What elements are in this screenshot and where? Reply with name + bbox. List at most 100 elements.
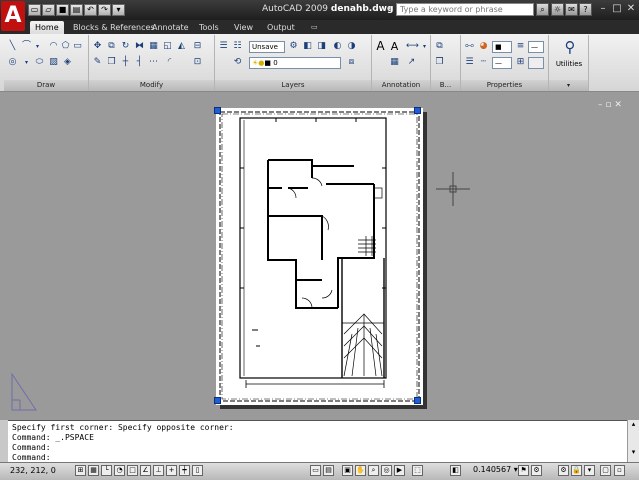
viewport-grip-bottom-right[interactable] bbox=[414, 397, 421, 404]
search-arrow-icon[interactable]: ▸ bbox=[388, 4, 392, 12]
copy-icon[interactable]: ⧉ bbox=[106, 41, 117, 52]
circle-icon[interactable]: ◎ bbox=[7, 57, 18, 68]
layers-panel-label[interactable]: Layers bbox=[215, 80, 371, 91]
scroll-up-icon[interactable]: ▴ bbox=[628, 420, 639, 428]
polyline-dropdown-icon[interactable]: ▾ bbox=[32, 41, 43, 52]
application-menu-button[interactable]: A bbox=[1, 1, 25, 31]
ellipse-icon[interactable]: ⬭ bbox=[34, 57, 45, 68]
minimize-icon[interactable]: – bbox=[596, 3, 610, 16]
layer-state-manager-icon[interactable]: ⚙ bbox=[288, 41, 299, 52]
viewport-restore-icon[interactable]: ▫ bbox=[605, 100, 614, 110]
array-icon[interactable]: ▦ bbox=[148, 41, 159, 52]
layer-off-icon[interactable]: ◐ bbox=[332, 41, 343, 52]
layout-paper[interactable] bbox=[216, 108, 423, 405]
current-layer-select[interactable]: ☀●■ 0 bbox=[249, 57, 341, 69]
properties-match-icon[interactable]: ⊡ bbox=[192, 57, 203, 68]
status-bar-menu-icon[interactable]: ▾ bbox=[584, 465, 595, 476]
fillet-icon[interactable]: ◜ bbox=[164, 57, 175, 68]
plot-style-select[interactable] bbox=[528, 57, 544, 69]
help-icon[interactable]: ? bbox=[579, 3, 592, 16]
annotation-visibility-icon[interactable]: ⚑ bbox=[518, 465, 529, 476]
scroll-down-icon[interactable]: ▾ bbox=[628, 448, 639, 456]
layout-icon[interactable]: ▤ bbox=[323, 465, 334, 476]
color-select[interactable]: ■ bbox=[492, 41, 512, 53]
snap-mode-icon[interactable]: ⊞ bbox=[75, 465, 86, 476]
annotation-panel-label[interactable]: Annotation bbox=[372, 80, 430, 91]
tab-home[interactable]: Home bbox=[30, 21, 64, 34]
layer-properties-icon[interactable]: ☰ bbox=[218, 41, 229, 52]
stretch-icon[interactable]: ◭ bbox=[176, 41, 187, 52]
new-icon[interactable]: ▭ bbox=[28, 4, 41, 16]
explode-icon[interactable]: ❒ bbox=[106, 57, 117, 68]
utilities-dropdown-icon[interactable]: ▾ bbox=[549, 80, 588, 91]
show-motion-icon[interactable]: ▶ bbox=[394, 465, 405, 476]
tab-output[interactable]: Output bbox=[262, 21, 300, 34]
ortho-mode-icon[interactable]: └ bbox=[101, 465, 112, 476]
multiline-text-icon[interactable]: A bbox=[375, 40, 386, 52]
tab-options-icon[interactable]: ▭ bbox=[306, 21, 323, 34]
layer-walk-icon[interactable]: ⧈ bbox=[346, 57, 357, 68]
line-icon[interactable]: ╲ bbox=[7, 41, 18, 52]
arc-icon[interactable]: ◠ bbox=[48, 41, 59, 52]
move-icon[interactable]: ✥ bbox=[92, 41, 103, 52]
viewport-close-icon[interactable]: ✕ bbox=[614, 100, 622, 110]
command-scrollbar[interactable]: ▴ ▾ bbox=[627, 420, 639, 462]
grid-display-icon[interactable]: ▦ bbox=[88, 465, 99, 476]
quick-view-layouts-icon[interactable]: ▣ bbox=[342, 465, 353, 476]
erase-icon[interactable]: ⊟ bbox=[192, 41, 203, 52]
dynamic-input-icon[interactable]: + bbox=[166, 465, 177, 476]
extend-icon[interactable]: ┤ bbox=[134, 57, 145, 68]
steering-wheel-icon[interactable]: ◎ bbox=[381, 465, 392, 476]
multileader-icon[interactable]: ↗ bbox=[406, 57, 417, 68]
command-window-grip[interactable] bbox=[0, 420, 8, 462]
tray-settings-icon[interactable]: ▫ bbox=[614, 465, 625, 476]
modify-panel-label[interactable]: Modify bbox=[89, 80, 214, 91]
layer-unisolate-icon[interactable]: ◨ bbox=[316, 41, 327, 52]
dimension-dropdown-icon[interactable]: ▾ bbox=[419, 41, 430, 52]
linetype-icon[interactable]: ┄ bbox=[478, 57, 489, 68]
circle-dropdown-icon[interactable]: ▾ bbox=[21, 57, 32, 68]
polar-tracking-icon[interactable]: ◔ bbox=[114, 465, 125, 476]
lock-icon[interactable]: 🔒 bbox=[571, 465, 582, 476]
maximize-icon[interactable]: □ bbox=[610, 3, 624, 16]
close-icon[interactable]: ✕ bbox=[624, 3, 638, 16]
annotation-scale-icon[interactable]: ◧ bbox=[450, 465, 461, 476]
mirror-icon[interactable]: ⧓ bbox=[134, 41, 145, 52]
tab-blocks-references[interactable]: Blocks & References bbox=[68, 21, 160, 34]
qat-dropdown-icon[interactable]: ▾ bbox=[112, 4, 125, 16]
insert-block-icon[interactable]: ⧉ bbox=[434, 41, 445, 52]
create-block-icon[interactable]: ❐ bbox=[434, 57, 445, 68]
object-snap-icon[interactable]: □ bbox=[127, 465, 138, 476]
offset-icon[interactable]: ✎ bbox=[92, 57, 103, 68]
subscription-icon[interactable]: ☼ bbox=[551, 3, 564, 16]
rectangle-icon[interactable]: ▭ bbox=[72, 41, 83, 52]
comm-center-icon[interactable]: ✉ bbox=[565, 3, 578, 16]
scale-icon[interactable]: ◱ bbox=[162, 41, 173, 52]
layer-isolate-icon[interactable]: ◧ bbox=[302, 41, 313, 52]
viewport-grip-top-right[interactable] bbox=[414, 107, 421, 114]
lineweight-select[interactable]: — bbox=[528, 41, 544, 53]
layer-states-icon[interactable]: ☷ bbox=[232, 41, 243, 52]
block-panel-label[interactable]: B... bbox=[431, 80, 460, 91]
undo-icon[interactable]: ↶ bbox=[84, 4, 97, 16]
viewport-scale[interactable]: 0.140567 ▾ bbox=[473, 465, 518, 474]
single-line-text-icon[interactable]: A bbox=[389, 41, 400, 52]
auto-scale-icon[interactable]: ⚙ bbox=[531, 465, 542, 476]
utilities-label[interactable]: Utilities bbox=[551, 60, 587, 68]
workspace-switching-icon[interactable]: ⚙ bbox=[558, 465, 569, 476]
search-icon[interactable]: ⌕ bbox=[536, 3, 549, 16]
match-properties-icon[interactable]: ⧟ bbox=[464, 41, 475, 52]
layer-freeze-icon[interactable]: ◑ bbox=[346, 41, 357, 52]
redo-icon[interactable]: ↷ bbox=[98, 4, 111, 16]
region-icon[interactable]: ◈ bbox=[62, 57, 73, 68]
linetype-select[interactable]: — bbox=[492, 57, 512, 69]
open-icon[interactable]: ▱ bbox=[42, 4, 55, 16]
zoom-icon[interactable]: ⌕ bbox=[368, 465, 379, 476]
lineweight-toggle-icon[interactable]: ┿ bbox=[179, 465, 190, 476]
model-space-icon[interactable]: ▭ bbox=[310, 465, 321, 476]
viewport-grip-top-left[interactable] bbox=[214, 107, 221, 114]
viewport-minimize-icon[interactable]: – bbox=[598, 100, 603, 110]
search-input[interactable]: Type a keyword or phrase bbox=[396, 3, 534, 16]
polygon-icon[interactable]: ⬠ bbox=[60, 41, 71, 52]
linear-dimension-icon[interactable]: ⟷ bbox=[406, 41, 419, 52]
